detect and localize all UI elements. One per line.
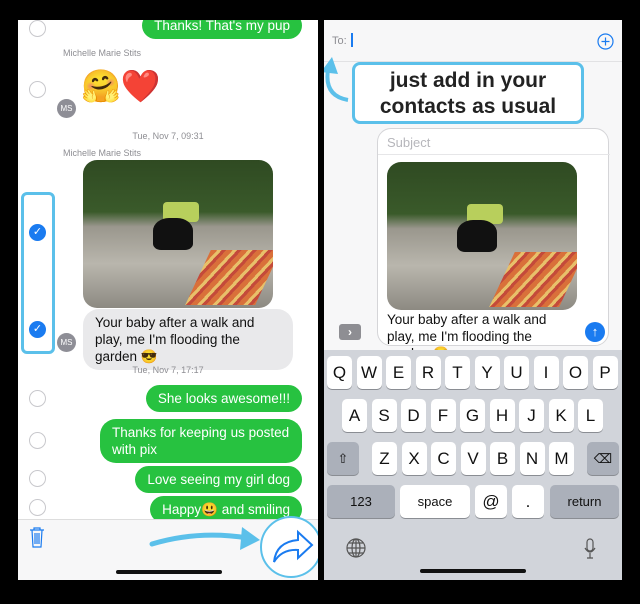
period-key[interactable]: .: [512, 485, 544, 518]
avatar: MS: [57, 99, 76, 118]
message-compose-box[interactable]: Subject Your baby after a walk and play,…: [377, 128, 610, 361]
timestamp: Tue, Nov 7, 17:17: [132, 365, 204, 375]
message-bubble-sent: She looks awesome!!!: [145, 385, 302, 412]
key-q[interactable]: Q: [327, 356, 352, 389]
key-v[interactable]: V: [460, 442, 486, 475]
key-u[interactable]: U: [504, 356, 529, 389]
key-a[interactable]: A: [342, 399, 367, 432]
select-radio-checked[interactable]: ✓: [29, 321, 46, 338]
arrow-annotation-icon: [149, 527, 260, 550]
select-radio[interactable]: [29, 499, 46, 516]
return-key[interactable]: return: [550, 485, 619, 518]
message-bubble-sent: Thanks! That's my pup: [142, 20, 302, 39]
home-indicator: [420, 569, 526, 573]
key-l[interactable]: L: [578, 399, 603, 432]
numbers-key[interactable]: 123: [327, 485, 395, 518]
dog-photo-attachment[interactable]: [387, 162, 577, 310]
key-f[interactable]: F: [430, 399, 456, 432]
key-w[interactable]: W: [356, 356, 382, 389]
message-bubble-sent: Love seeing my girl dog: [135, 466, 302, 493]
key-t[interactable]: T: [445, 356, 470, 389]
key-g[interactable]: G: [460, 399, 485, 432]
dog-photo[interactable]: [83, 160, 273, 308]
to-field[interactable]: To:: [324, 20, 622, 62]
key-e[interactable]: E: [386, 356, 411, 389]
forward-arrow-icon: [273, 529, 314, 563]
emoji-message: 🤗❤️: [81, 68, 161, 104]
key-r[interactable]: R: [415, 356, 441, 389]
chevron-right-icon: ›: [348, 325, 352, 339]
sender-name: Michelle Marie Stits: [63, 48, 142, 58]
key-z[interactable]: Z: [372, 442, 397, 475]
plus-circle-icon[interactable]: [597, 33, 614, 50]
send-button[interactable]: ↑: [585, 322, 605, 342]
message-bubble-sent: Thanks for keeping us posted with pix: [100, 419, 302, 463]
callout-annotation: just add in your contacts as usual: [352, 62, 584, 124]
key-y[interactable]: Y: [474, 356, 500, 389]
forward-button[interactable]: [260, 516, 318, 578]
key-d[interactable]: D: [401, 399, 426, 432]
key-j[interactable]: J: [519, 399, 544, 432]
select-radio[interactable]: [29, 81, 46, 98]
bottom-toolbar: [18, 516, 318, 580]
key-n[interactable]: N: [519, 442, 545, 475]
trash-icon[interactable]: [29, 526, 45, 548]
keyboard: Q W E R T Y U I O P A S D F G H J K L Z X C V B N M ⇧ ⌫ 123 space @. re…: [324, 350, 622, 580]
at-key[interactable]: @: [475, 485, 507, 518]
select-radio[interactable]: [29, 432, 46, 449]
key-p[interactable]: P: [592, 356, 618, 389]
avatar: MS: [57, 333, 76, 352]
key-b[interactable]: B: [490, 442, 515, 475]
microphone-icon[interactable]: [584, 538, 596, 560]
to-label: To:: [332, 35, 347, 47]
globe-icon[interactable]: [346, 538, 366, 558]
space-key[interactable]: space: [400, 485, 470, 518]
select-radio[interactable]: [29, 470, 46, 487]
select-radio[interactable]: [29, 20, 46, 37]
arrow-up-icon: ↑: [591, 324, 599, 339]
key-c[interactable]: C: [431, 442, 456, 475]
key-x[interactable]: X: [401, 442, 427, 475]
select-radio[interactable]: [29, 390, 46, 407]
key-i[interactable]: I: [533, 356, 559, 389]
key-s[interactable]: S: [371, 399, 397, 432]
expand-apps-button[interactable]: ›: [339, 324, 361, 340]
message-bubble-received: Your baby after a walk and play, me I'm …: [83, 309, 293, 370]
message-selection-screen: Thanks! That's my pup Michelle Marie Sti…: [18, 20, 318, 580]
new-message-screen: To: just add in your contacts as usual S…: [324, 20, 622, 580]
sender-name: Michelle Marie Stits: [63, 148, 142, 158]
key-m[interactable]: M: [549, 442, 574, 475]
subject-input[interactable]: Subject: [387, 135, 430, 150]
home-indicator: [116, 570, 222, 574]
delete-key[interactable]: ⌫: [587, 442, 619, 475]
timestamp: Tue, Nov 7, 09:31: [132, 131, 204, 141]
key-o[interactable]: O: [563, 356, 588, 389]
select-radio-checked[interactable]: ✓: [29, 224, 46, 241]
shift-key[interactable]: ⇧: [327, 442, 359, 475]
text-cursor: [351, 33, 353, 47]
key-k[interactable]: K: [548, 399, 574, 432]
key-h[interactable]: H: [489, 399, 515, 432]
